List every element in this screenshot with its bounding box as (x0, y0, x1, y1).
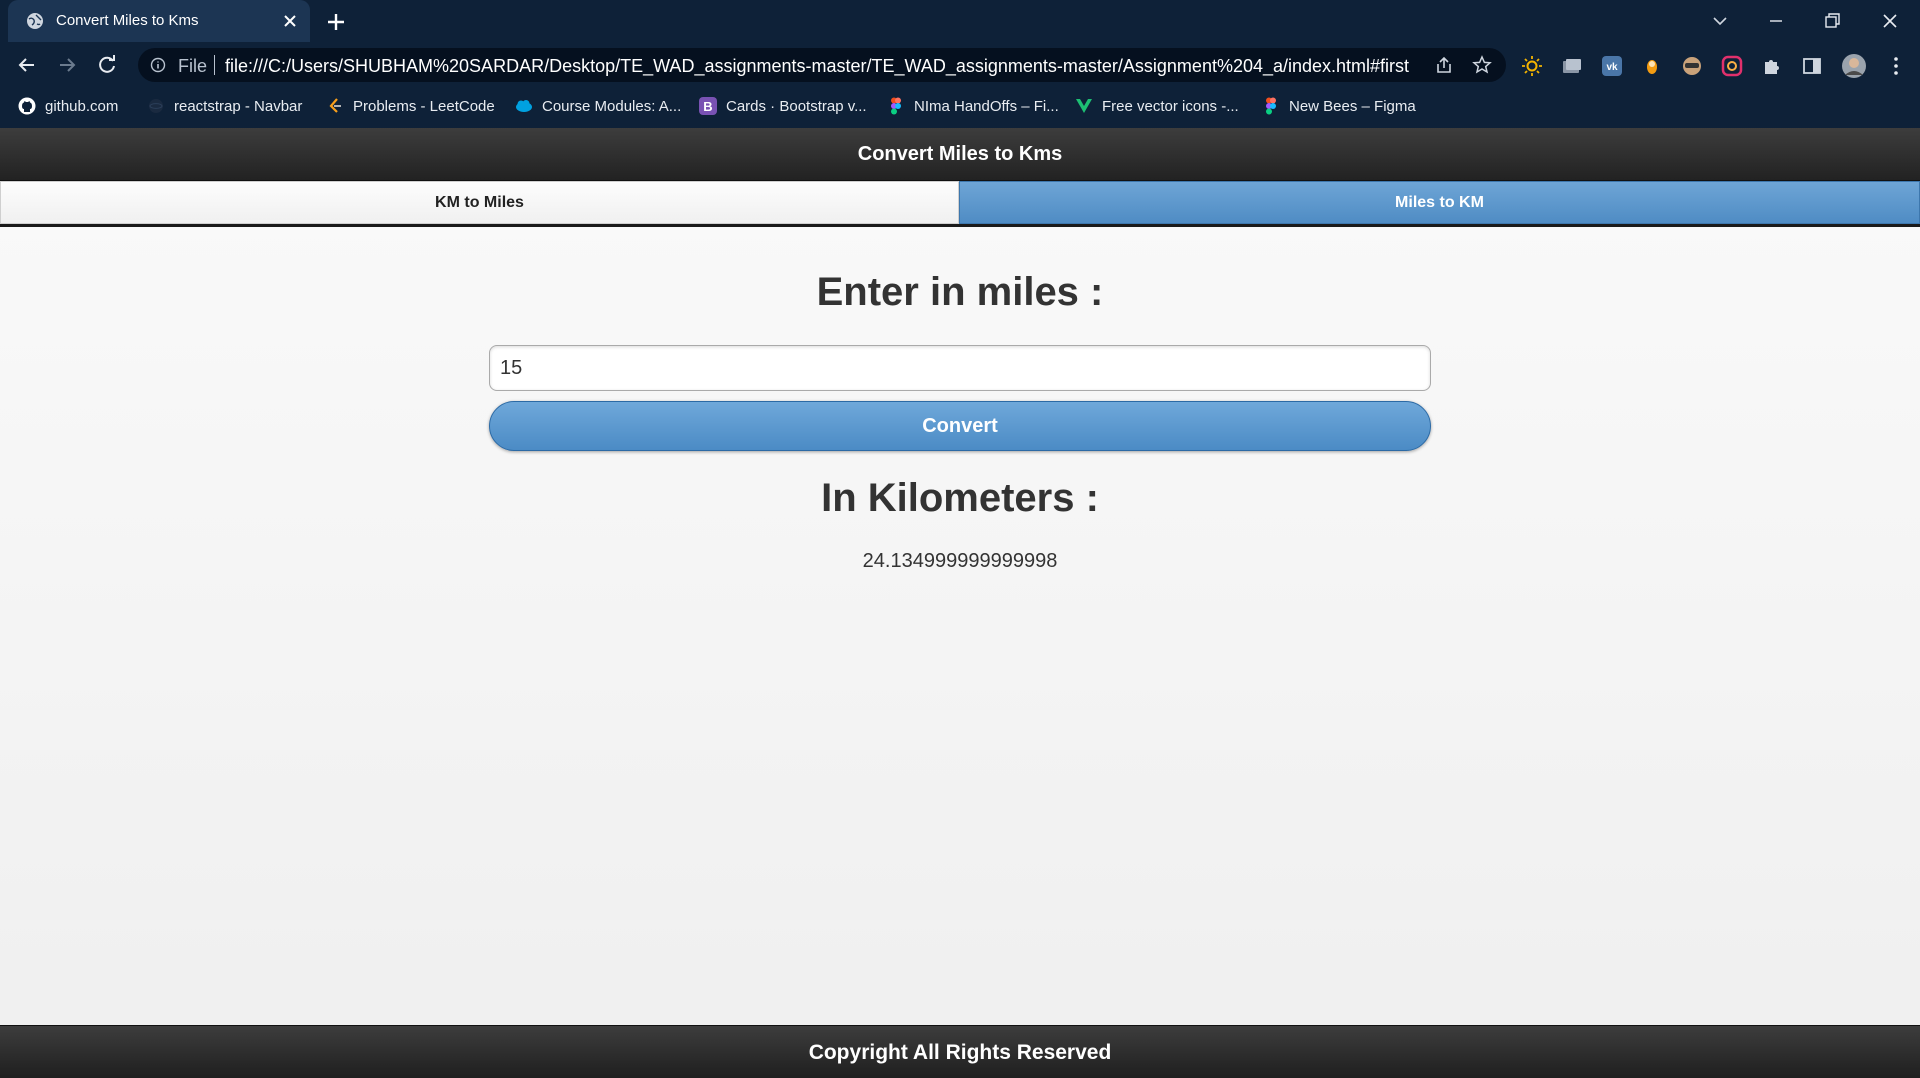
tab-km-to-miles[interactable]: KM to Miles (0, 181, 959, 224)
result-value: 24.134999999999998 (862, 550, 1058, 572)
bootstrap-icon: B (699, 97, 717, 115)
convert-button[interactable]: Convert (489, 401, 1431, 451)
url-scheme: File (178, 56, 208, 76)
extensions-puzzle-icon[interactable] (1761, 55, 1783, 77)
tab-title: Convert Miles to Kms (56, 12, 199, 29)
menu-kebab-icon[interactable] (1885, 55, 1907, 77)
bookmark-label: Problems - LeetCode (353, 97, 495, 115)
bookmark-star-icon[interactable] (1472, 55, 1492, 75)
bookmark-github[interactable]: github.com (18, 95, 118, 117)
bookmark-leetcode[interactable]: Problems - LeetCode (326, 95, 495, 117)
reactstrap-icon (149, 99, 163, 113)
bookmark-bootstrap-cards[interactable]: B Cards · Bootstrap v... (699, 95, 867, 117)
result-heading: In Kilometers : (821, 476, 1099, 520)
tab-manager-extension-icon[interactable] (1561, 55, 1583, 77)
back-icon[interactable] (14, 52, 40, 78)
tab-search-icon[interactable] (1698, 6, 1742, 36)
minimize-icon[interactable] (1754, 6, 1798, 36)
bookmarks-bar: github.com reactstrap - Navbar Problems … (0, 88, 1920, 124)
miles-input[interactable] (489, 345, 1431, 391)
instagram-extension-icon[interactable] (1721, 55, 1743, 77)
bookmark-new-bees-figma[interactable]: New Bees – Figma (1262, 95, 1416, 117)
address-bar[interactable]: File file:///C:/Users/SHUBHAM%20SARDAR/D… (138, 48, 1506, 82)
browser-chrome: Convert Miles to Kms File file:///C:/Use… (0, 0, 1920, 128)
figma-icon (891, 97, 901, 115)
svg-text:vk: vk (1606, 62, 1618, 73)
figma-icon (1266, 97, 1276, 115)
share-icon[interactable] (1434, 55, 1454, 75)
bookmark-course-modules[interactable]: Course Modules: A... (515, 95, 681, 117)
bookmark-free-vector-icons[interactable]: Free vector icons -... (1075, 95, 1239, 117)
globe-icon (27, 13, 43, 29)
page-content: Convert Miles to Kms KM to Miles Miles t… (0, 128, 1920, 1078)
bookmark-reactstrap[interactable]: reactstrap - Navbar (147, 95, 302, 117)
profile-avatar-icon[interactable] (1841, 53, 1867, 79)
restore-icon[interactable] (1810, 6, 1854, 36)
bookmark-label: Course Modules: A... (542, 97, 682, 115)
salesforce-icon (516, 100, 532, 112)
browser-toolbar: File file:///C:/Users/SHUBHAM%20SARDAR/D… (0, 42, 1920, 88)
input-heading: Enter in miles : (816, 270, 1104, 314)
bookmark-label: New Bees – Figma (1289, 97, 1416, 115)
side-panel-icon[interactable] (1801, 55, 1823, 77)
page-footer: Copyright All Rights Reserved (0, 1025, 1920, 1078)
browser-tab[interactable]: Convert Miles to Kms (8, 0, 310, 42)
leetcode-icon (329, 98, 341, 113)
new-tab-icon[interactable] (324, 10, 348, 34)
bookmark-label: NIma HandOffs – Fi... (914, 97, 1059, 115)
page-header: Convert Miles to Kms (0, 128, 1920, 181)
info-icon[interactable] (150, 57, 166, 73)
tab-strip: Convert Miles to Kms (0, 0, 1920, 42)
url-text[interactable]: file:///C:/Users/SHUBHAM%20SARDAR/Deskto… (225, 56, 1409, 77)
bookmark-nima-handoffs[interactable]: NIma HandOffs – Fi... (887, 95, 1059, 117)
close-window-icon[interactable] (1868, 6, 1912, 36)
forward-icon[interactable] (54, 52, 80, 78)
bookmark-label: Free vector icons -... (1102, 97, 1239, 115)
svg-text:B: B (703, 99, 712, 114)
tab-miles-to-km[interactable]: Miles to KM (959, 181, 1920, 224)
footer-text: Copyright All Rights Reserved (808, 1041, 1112, 1064)
bookmark-label: Cards · Bootstrap v... (726, 97, 867, 115)
close-tab-icon[interactable] (280, 11, 300, 31)
mask-extension-icon[interactable] (1681, 55, 1703, 77)
converter-navbar: KM to Miles Miles to KM (0, 181, 1920, 227)
color-extension-icon[interactable] (1641, 55, 1663, 77)
reload-icon[interactable] (94, 52, 120, 78)
github-icon (18, 97, 36, 115)
sun-extension-icon[interactable] (1521, 55, 1543, 77)
vector-icon (1076, 99, 1092, 113)
url-separator (214, 55, 215, 75)
page-title: Convert Miles to Kms (857, 143, 1063, 165)
vk-extension-icon[interactable]: vk (1601, 55, 1623, 77)
bookmark-label: reactstrap - Navbar (174, 97, 303, 115)
bookmark-label: github.com (45, 97, 119, 115)
